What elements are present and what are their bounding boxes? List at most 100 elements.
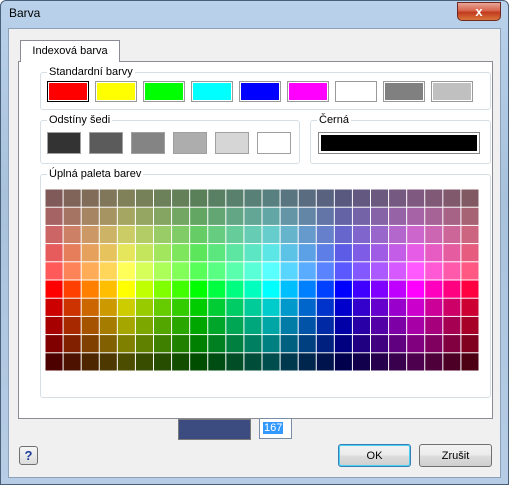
palette-color-cell[interactable]: [461, 280, 479, 298]
palette-color-cell[interactable]: [371, 280, 389, 298]
palette-color-cell[interactable]: [298, 335, 316, 353]
palette-color-cell[interactable]: [117, 316, 135, 335]
palette-color-cell[interactable]: [425, 335, 443, 353]
palette-color-cell[interactable]: [45, 335, 63, 353]
palette-color-cell[interactable]: [172, 298, 190, 316]
palette-color-cell[interactable]: [371, 207, 389, 225]
palette-color-cell[interactable]: [352, 280, 370, 298]
palette-color-cell[interactable]: [352, 298, 370, 316]
palette-color-cell[interactable]: [316, 207, 334, 225]
palette-color-cell[interactable]: [407, 207, 425, 225]
palette-color-cell[interactable]: [389, 280, 407, 298]
gray-shade-swatch[interactable]: [173, 132, 207, 154]
palette-color-cell[interactable]: [280, 280, 298, 298]
palette-color-cell[interactable]: [280, 316, 298, 335]
palette-color-cell[interactable]: [334, 244, 352, 262]
palette-color-cell[interactable]: [407, 225, 425, 244]
palette-color-cell[interactable]: [352, 244, 370, 262]
palette-color-cell[interactable]: [425, 225, 443, 244]
palette-color-cell[interactable]: [135, 280, 153, 298]
palette-color-cell[interactable]: [298, 353, 316, 371]
palette-color-cell[interactable]: [443, 298, 461, 316]
gray-shade-swatch[interactable]: [89, 132, 123, 154]
palette-color-cell[interactable]: [298, 298, 316, 316]
palette-color-cell[interactable]: [99, 353, 117, 371]
palette-color-cell[interactable]: [425, 244, 443, 262]
palette-color-cell[interactable]: [371, 189, 389, 207]
palette-color-cell[interactable]: [63, 207, 81, 225]
palette-color-cell[interactable]: [425, 262, 443, 280]
palette-color-cell[interactable]: [226, 298, 244, 316]
palette-color-cell[interactable]: [226, 189, 244, 207]
palette-color-cell[interactable]: [298, 280, 316, 298]
palette-color-cell[interactable]: [190, 244, 208, 262]
palette-color-cell[interactable]: [443, 244, 461, 262]
palette-color-cell[interactable]: [190, 262, 208, 280]
palette-color-cell[interactable]: [244, 353, 262, 371]
palette-color-cell[interactable]: [389, 353, 407, 371]
palette-color-cell[interactable]: [371, 262, 389, 280]
palette-color-cell[interactable]: [244, 262, 262, 280]
palette-color-cell[interactable]: [425, 298, 443, 316]
palette-color-cell[interactable]: [425, 280, 443, 298]
tab-indexed-color[interactable]: Indexová barva: [20, 40, 120, 62]
color-index-field[interactable]: 167: [259, 418, 292, 439]
palette-color-cell[interactable]: [81, 244, 99, 262]
palette-color-cell[interactable]: [81, 353, 99, 371]
palette-color-cell[interactable]: [63, 316, 81, 335]
palette-color-cell[interactable]: [208, 298, 226, 316]
palette-color-cell[interactable]: [117, 189, 135, 207]
palette-color-cell[interactable]: [135, 353, 153, 371]
palette-color-cell[interactable]: [298, 189, 316, 207]
standard-color-swatch[interactable]: [47, 81, 89, 102]
palette-color-cell[interactable]: [63, 244, 81, 262]
palette-color-cell[interactable]: [298, 244, 316, 262]
palette-color-cell[interactable]: [99, 316, 117, 335]
palette-color-cell[interactable]: [389, 298, 407, 316]
palette-color-cell[interactable]: [371, 316, 389, 335]
palette-color-cell[interactable]: [154, 280, 172, 298]
palette-color-cell[interactable]: [154, 189, 172, 207]
palette-color-cell[interactable]: [99, 262, 117, 280]
palette-color-cell[interactable]: [244, 189, 262, 207]
palette-color-cell[interactable]: [135, 244, 153, 262]
palette-color-cell[interactable]: [316, 316, 334, 335]
palette-color-cell[interactable]: [389, 316, 407, 335]
palette-color-cell[interactable]: [99, 244, 117, 262]
palette-color-cell[interactable]: [443, 225, 461, 244]
palette-color-cell[interactable]: [63, 189, 81, 207]
gray-shade-swatch[interactable]: [131, 132, 165, 154]
palette-color-cell[interactable]: [135, 189, 153, 207]
palette-color-cell[interactable]: [99, 335, 117, 353]
palette-color-cell[interactable]: [117, 335, 135, 353]
palette-color-cell[interactable]: [244, 316, 262, 335]
palette-color-cell[interactable]: [262, 280, 280, 298]
palette-color-cell[interactable]: [81, 189, 99, 207]
palette-color-cell[interactable]: [371, 244, 389, 262]
palette-color-cell[interactable]: [334, 262, 352, 280]
cancel-button[interactable]: Zrušit: [419, 444, 492, 467]
palette-color-cell[interactable]: [280, 207, 298, 225]
palette-color-cell[interactable]: [99, 298, 117, 316]
palette-color-cell[interactable]: [425, 316, 443, 335]
palette-color-cell[interactable]: [425, 353, 443, 371]
palette-color-cell[interactable]: [334, 316, 352, 335]
gray-shade-swatch[interactable]: [257, 132, 291, 154]
palette-color-cell[interactable]: [407, 280, 425, 298]
palette-color-cell[interactable]: [389, 225, 407, 244]
palette-color-cell[interactable]: [81, 225, 99, 244]
palette-color-cell[interactable]: [443, 335, 461, 353]
palette-color-cell[interactable]: [461, 298, 479, 316]
palette-color-cell[interactable]: [154, 335, 172, 353]
palette-color-cell[interactable]: [316, 189, 334, 207]
palette-color-cell[interactable]: [45, 280, 63, 298]
palette-color-cell[interactable]: [45, 353, 63, 371]
palette-color-cell[interactable]: [244, 280, 262, 298]
palette-color-cell[interactable]: [316, 262, 334, 280]
palette-color-cell[interactable]: [117, 225, 135, 244]
palette-color-cell[interactable]: [262, 262, 280, 280]
palette-color-cell[interactable]: [190, 207, 208, 225]
palette-color-cell[interactable]: [99, 280, 117, 298]
close-button[interactable]: x: [457, 2, 501, 21]
palette-color-cell[interactable]: [226, 280, 244, 298]
